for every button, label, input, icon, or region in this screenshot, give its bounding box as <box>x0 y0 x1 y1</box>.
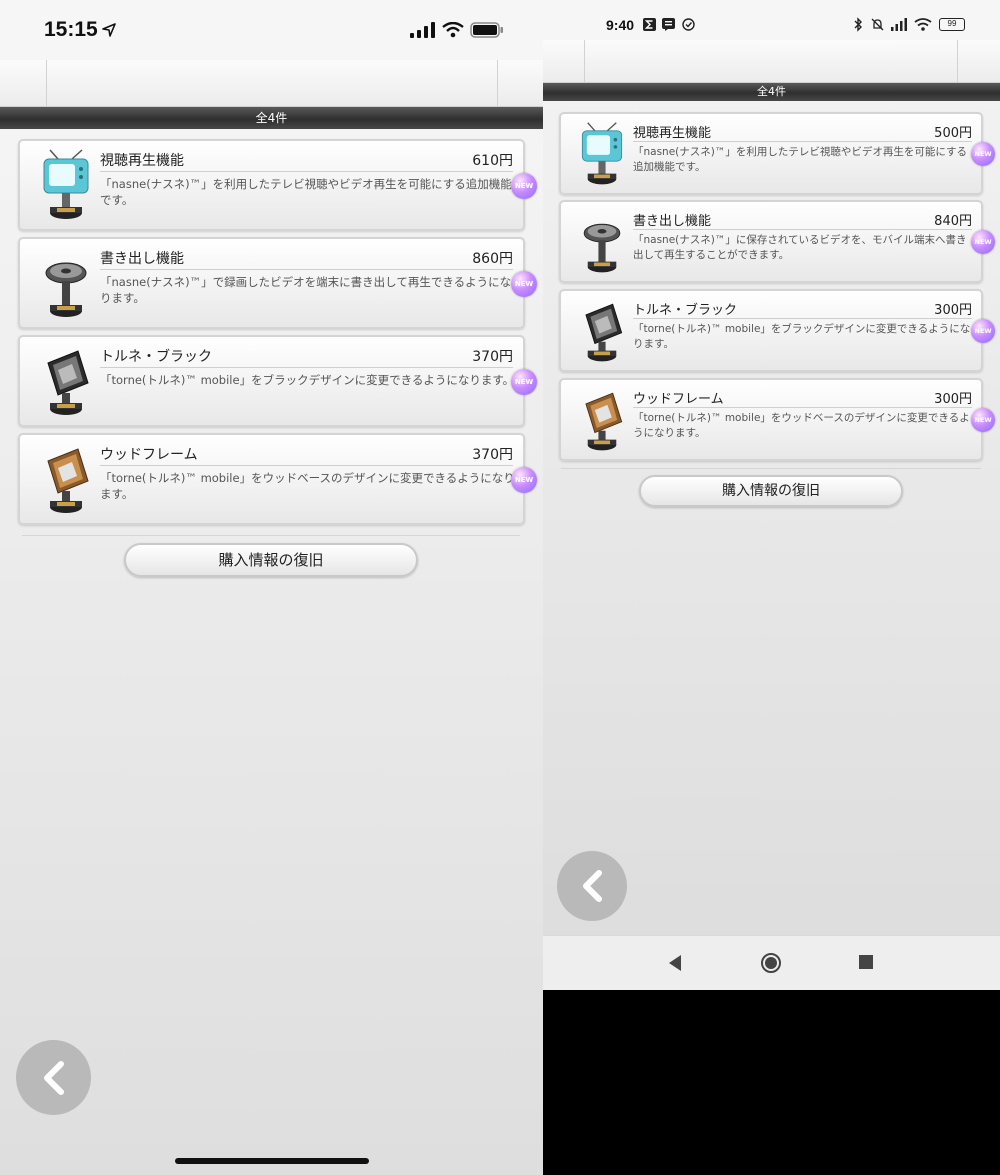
battery-level: 99 <box>947 19 957 28</box>
item-price: 500円 <box>934 126 972 141</box>
item-title: 書き出し機能 <box>633 214 712 229</box>
cellular-signal-icon <box>891 18 907 31</box>
list-item[interactable]: ウッドフレーム 300円 「torne(トルネ)™ mobile」をウッドベース… <box>559 378 995 461</box>
new-badge: NEW <box>511 271 537 297</box>
black-box-trophy-icon <box>47 350 89 415</box>
item-title: 視聴再生機能 <box>100 153 184 169</box>
wood-box-trophy-icon <box>47 448 89 513</box>
list-item[interactable]: トルネ・ブラック 300円 「torne(トルネ)™ mobile」をブラックデ… <box>559 289 995 372</box>
battery-icon: 99 <box>939 18 965 31</box>
item-description: 「torne(トルネ)™ mobile」をブラックデザインに変更できるようになり… <box>633 323 971 350</box>
item-price: 370円 <box>472 447 513 463</box>
check-circle-icon <box>682 18 695 31</box>
item-title: トルネ・ブラック <box>633 303 738 318</box>
new-badge: NEW <box>971 230 995 254</box>
item-price: 370円 <box>472 349 513 365</box>
item-price: 300円 <box>934 303 972 318</box>
header-bar <box>0 60 543 107</box>
header-bar <box>543 40 1000 83</box>
wifi-icon <box>442 22 464 38</box>
status-time: 15:15 <box>44 18 98 41</box>
reel-trophy-icon <box>45 262 87 317</box>
new-badge: NEW <box>511 467 537 493</box>
mute-bell-icon <box>871 18 884 31</box>
item-count-bar: 全4件 <box>0 107 543 129</box>
restore-purchase-button[interactable]: 購入情報の復旧 <box>639 475 903 507</box>
triangle-back-icon[interactable] <box>667 953 683 973</box>
android-blank-area <box>543 990 1000 1175</box>
list-item[interactable]: 書き出し機能 860円 「nasne(ナスネ)™」で録画したビデオを端末に書き出… <box>18 237 537 329</box>
square-recents-icon[interactable] <box>859 955 873 969</box>
black-box-trophy-icon <box>585 303 623 362</box>
new-badge: NEW <box>971 142 995 166</box>
android-status-bar: 9:40 99 <box>543 0 1000 40</box>
reel-trophy-icon <box>583 223 621 273</box>
ios-status-bar: 15:15 <box>0 0 543 60</box>
battery-icon <box>470 22 503 38</box>
new-badge: NEW <box>971 408 995 432</box>
item-title: ウッドフレーム <box>633 392 724 407</box>
list-item[interactable]: トルネ・ブラック 370円 「torne(トルネ)™ mobile」をブラックデ… <box>18 335 537 427</box>
home-indicator[interactable] <box>175 1158 369 1164</box>
tv-trophy-icon <box>43 149 89 219</box>
sigma-icon <box>643 18 656 31</box>
item-price: 610円 <box>472 153 513 169</box>
item-description: 「nasne(ナスネ)™」を利用したテレビ視聴やビデオ再生を可能にする追加機能で… <box>633 146 967 173</box>
back-button[interactable] <box>16 1040 91 1115</box>
ios-screen: 15:15 全4件 視聴再生機能 610円 「nasne(ナスネ)™」を利用した… <box>0 0 543 1175</box>
android-nav-bar <box>543 935 1000 990</box>
item-count-bar: 全4件 <box>543 83 1000 101</box>
circle-home-icon[interactable] <box>760 952 782 974</box>
item-description: 「nasne(ナスネ)™」で録画したビデオを端末に書き出して再生できるようになり… <box>100 275 512 305</box>
item-price: 300円 <box>934 392 972 407</box>
list-item[interactable]: 視聴再生機能 610円 「nasne(ナスネ)™」を利用したテレビ視聴やビデオ再… <box>18 139 537 231</box>
chevron-left-icon <box>44 1061 64 1095</box>
item-price: 860円 <box>472 251 513 267</box>
item-description: 「torne(トルネ)™ mobile」をウッドベースのデザインに変更できるよう… <box>633 412 970 439</box>
cellular-signal-icon <box>410 22 435 38</box>
location-arrow-icon <box>102 23 116 37</box>
bluetooth-icon <box>854 17 862 32</box>
item-description: 「nasne(ナスネ)™」を利用したテレビ視聴やビデオ再生を可能にする追加機能で… <box>100 177 512 207</box>
chevron-left-icon <box>583 870 602 902</box>
item-title: トルネ・ブラック <box>100 349 212 365</box>
message-icon <box>662 18 675 31</box>
item-description: 「torne(トルネ)™ mobile」をブラックデザインに変更できるようになり… <box>100 373 515 387</box>
new-badge: NEW <box>511 173 537 199</box>
android-screen: 9:40 99 全4件 視聴再生機能 500円 「nasne(ナスネ)™」を利用… <box>543 0 1000 990</box>
list-item[interactable]: 視聴再生機能 500円 「nasne(ナスネ)™」を利用したテレビ視聴やビデオ再… <box>559 112 995 195</box>
wifi-icon <box>914 18 932 31</box>
item-price: 840円 <box>934 214 972 229</box>
list-item[interactable]: ウッドフレーム 370円 「torne(トルネ)™ mobile」をウッドベース… <box>18 433 537 525</box>
tv-trophy-icon <box>581 122 623 185</box>
status-time: 9:40 <box>606 17 635 33</box>
item-title: 書き出し機能 <box>100 251 184 267</box>
wood-box-trophy-icon <box>585 392 623 451</box>
back-button[interactable] <box>557 851 627 921</box>
item-description: 「nasne(ナスネ)™」に保存されているビデオを、モバイル端末へ書き出して再生… <box>633 234 967 261</box>
item-title: 視聴再生機能 <box>633 126 712 141</box>
item-title: ウッドフレーム <box>100 447 198 463</box>
item-description: 「torne(トルネ)™ mobile」をウッドベースのデザインに変更できるよう… <box>100 471 515 501</box>
new-badge: NEW <box>511 369 537 395</box>
restore-purchase-button[interactable]: 購入情報の復旧 <box>124 543 418 577</box>
new-badge: NEW <box>971 319 995 343</box>
list-item[interactable]: 書き出し機能 840円 「nasne(ナスネ)™」に保存されているビデオを、モバ… <box>559 200 995 283</box>
